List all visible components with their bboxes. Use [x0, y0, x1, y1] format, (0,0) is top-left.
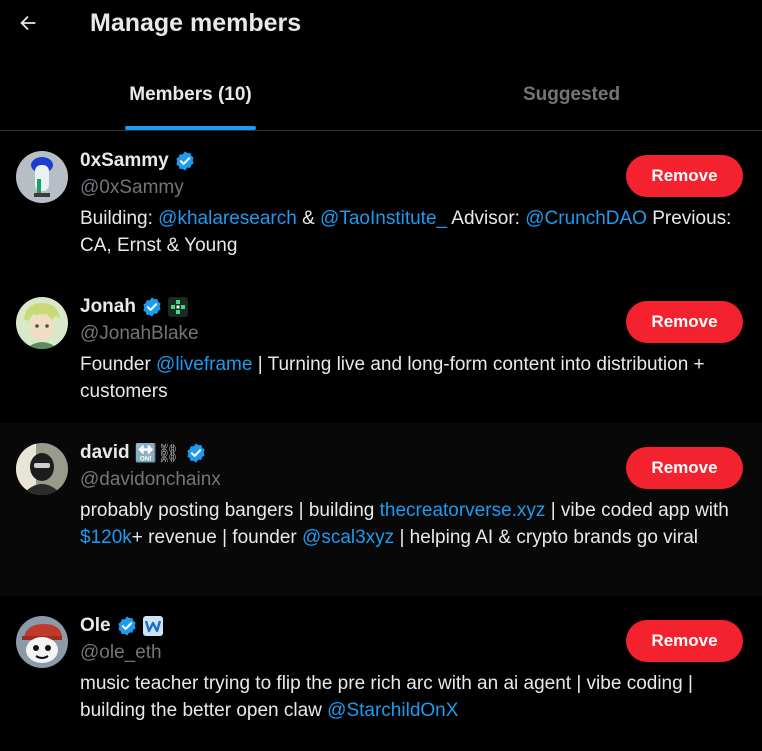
active-tab-indicator — [125, 126, 256, 130]
page-title: Manage members — [90, 8, 302, 37]
tab-bar: Members (10) Suggested — [0, 46, 762, 131]
mention-link[interactable]: @StarchildOnX — [327, 700, 458, 721]
member-name[interactable]: Jonah — [80, 296, 136, 318]
avatar[interactable] — [16, 151, 68, 203]
affiliate-logo-icon[interactable] — [167, 296, 189, 318]
member-row[interactable]: Ole @ole_eth music teacher trying to fli… — [0, 596, 762, 751]
remove-button[interactable]: Remove — [626, 447, 743, 489]
avatar[interactable] — [16, 616, 68, 668]
mention-link[interactable]: @scal3xyz — [302, 527, 394, 548]
member-bio: music teacher trying to flip the pre ric… — [80, 673, 693, 721]
verified-badge-icon — [141, 296, 163, 318]
member-row[interactable]: 0xSammy @0xSammy Building: @khalaresearc… — [0, 131, 762, 277]
mention-link[interactable]: @khalaresearch — [158, 208, 297, 229]
tab-suggested[interactable]: Suggested — [381, 46, 762, 130]
member-bio: Building: @khalaresearch & @TaoInstitute… — [80, 208, 732, 256]
avatar[interactable] — [16, 443, 68, 495]
mention-link[interactable]: @liveframe — [156, 354, 252, 375]
member-name[interactable]: Ole — [80, 615, 111, 637]
member-bio: probably posting bangers | building thec… — [80, 500, 729, 548]
member-bio: Founder @liveframe | Turning live and lo… — [80, 354, 705, 402]
member-row[interactable]: david 🔛⛓ @davidonchainx probably posting… — [0, 423, 762, 596]
back-button[interactable] — [0, 0, 56, 46]
name-emoji: 🔛⛓ — [134, 442, 180, 463]
remove-button[interactable]: Remove — [626, 155, 743, 197]
header: Manage members — [0, 0, 762, 46]
verified-badge-icon — [185, 442, 207, 464]
member-name[interactable]: david — [80, 442, 130, 464]
remove-button[interactable]: Remove — [626, 620, 743, 662]
arrow-left-icon — [20, 15, 36, 31]
affiliate-logo-icon[interactable] — [142, 615, 164, 637]
avatar[interactable] — [16, 297, 68, 349]
mention-link[interactable]: @TaoInstitute_ — [320, 208, 447, 229]
cashtag-link[interactable]: $120k — [80, 527, 132, 548]
tab-suggested-label: Suggested — [522, 84, 621, 105]
member-row[interactable]: Jonah @JonahBlake Founder @liveframe | T… — [0, 277, 762, 423]
tab-members[interactable]: Members (10) — [0, 46, 381, 130]
member-name[interactable]: 0xSammy — [80, 150, 169, 172]
mention-link[interactable]: @CrunchDAO — [525, 208, 647, 229]
tab-members-label: Members (10) — [129, 84, 252, 105]
verified-badge-icon — [116, 615, 138, 637]
remove-button[interactable]: Remove — [626, 301, 743, 343]
verified-badge-icon — [174, 150, 196, 172]
website-link[interactable]: thecreatorverse.xyz — [380, 500, 546, 521]
